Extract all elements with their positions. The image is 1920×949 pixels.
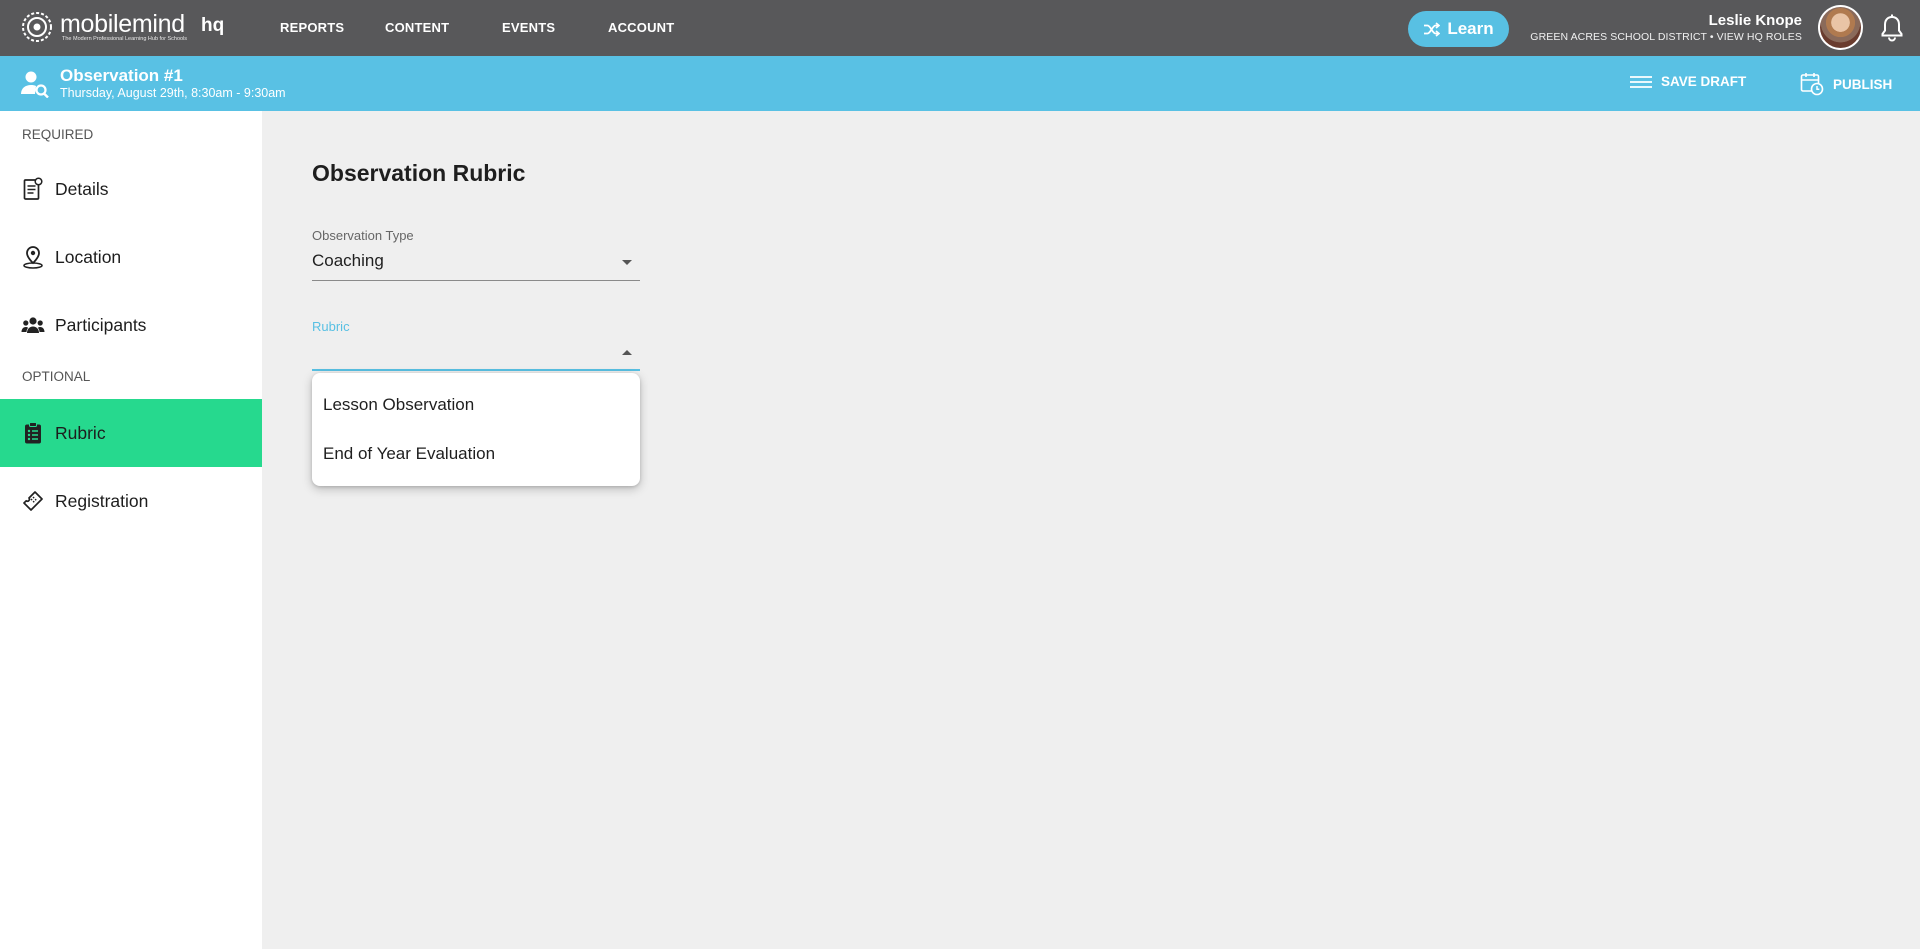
shuffle-icon [1424,21,1441,37]
people-icon [21,313,45,337]
publish-button[interactable]: PUBLISH [1800,72,1892,96]
ticket-icon [21,489,45,513]
nav-events[interactable]: EVENTS [502,20,555,35]
rubric-option-end-of-year-evaluation[interactable]: End of Year Evaluation [312,429,640,478]
sidebar-item-label: Location [55,246,122,267]
user-name[interactable]: Leslie Knope [1709,12,1802,29]
sidebar-item-details[interactable]: Details [0,155,262,223]
calendar-clock-icon [1800,73,1824,96]
avatar-photo [1820,7,1861,48]
learn-button[interactable]: Learn [1408,11,1509,47]
map-pin-icon [21,245,45,269]
sidebar-item-label: Registration [55,490,149,511]
lines-icon [1630,75,1652,88]
nav-account[interactable]: ACCOUNT [608,20,674,35]
save-draft-button[interactable]: SAVE DRAFT [1630,74,1746,89]
observation-type-label: Observation Type [312,228,414,243]
publish-label: PUBLISH [1833,76,1893,92]
sidebar-item-label: Rubric [55,422,106,443]
observation-date: Thursday, August 29th, 8:30am - 9:30am [60,86,286,100]
rubric-option-lesson-observation[interactable]: Lesson Observation [312,380,640,429]
caret-up-icon [622,350,632,355]
save-draft-label: SAVE DRAFT [1661,74,1747,89]
observation-title: Observation #1 [60,66,183,85]
mobilemind-logo[interactable]: mobilemind The Modern Professional Learn… [20,10,187,44]
avatar[interactable] [1818,5,1863,50]
top-navigation-bar: mobilemind The Modern Professional Learn… [0,0,1920,56]
caret-down-icon [622,260,632,265]
section-label-optional: OPTIONAL [22,369,91,384]
sidebar-item-registration[interactable]: Registration [0,467,262,535]
rubric-label: Rubric [312,319,350,334]
rubric-dropdown-menu: Lesson Observation End of Year Evaluatio… [312,373,640,486]
bell-icon[interactable] [1880,14,1904,42]
observation-header-bar: Observation #1 Thursday, August 29th, 8:… [0,56,1920,111]
sidebar: REQUIRED Details Location Participants O… [0,111,262,949]
nav-content[interactable]: CONTENT [385,20,449,35]
logo-wordmark: mobilemind [60,9,185,38]
user-search-icon [21,71,49,98]
user-org-roles[interactable]: GREEN ACRES SCHOOL DISTRICT • VIEW HQ RO… [1530,31,1802,43]
section-label-required: REQUIRED [22,127,94,142]
sidebar-item-participants[interactable]: Participants [0,291,262,359]
sidebar-item-rubric[interactable]: Rubric [0,399,262,467]
clipboard-list-icon [21,421,45,445]
observation-type-select[interactable]: Coaching [312,249,640,281]
page-title: Observation Rubric [312,160,526,186]
nav-reports[interactable]: REPORTS [280,20,344,35]
sidebar-item-location[interactable]: Location [0,223,262,291]
logo-gear-icon [22,12,52,42]
learn-button-label: Learn [1447,19,1494,38]
document-icon [21,177,45,201]
logo-tagline: The Modern Professional Learning Hub for… [62,35,188,42]
rubric-select[interactable] [312,339,640,371]
sidebar-item-label: Participants [55,314,147,335]
observation-type-value: Coaching [312,251,384,270]
product-hq-label: hq [201,15,225,36]
sidebar-item-label: Details [55,178,109,199]
